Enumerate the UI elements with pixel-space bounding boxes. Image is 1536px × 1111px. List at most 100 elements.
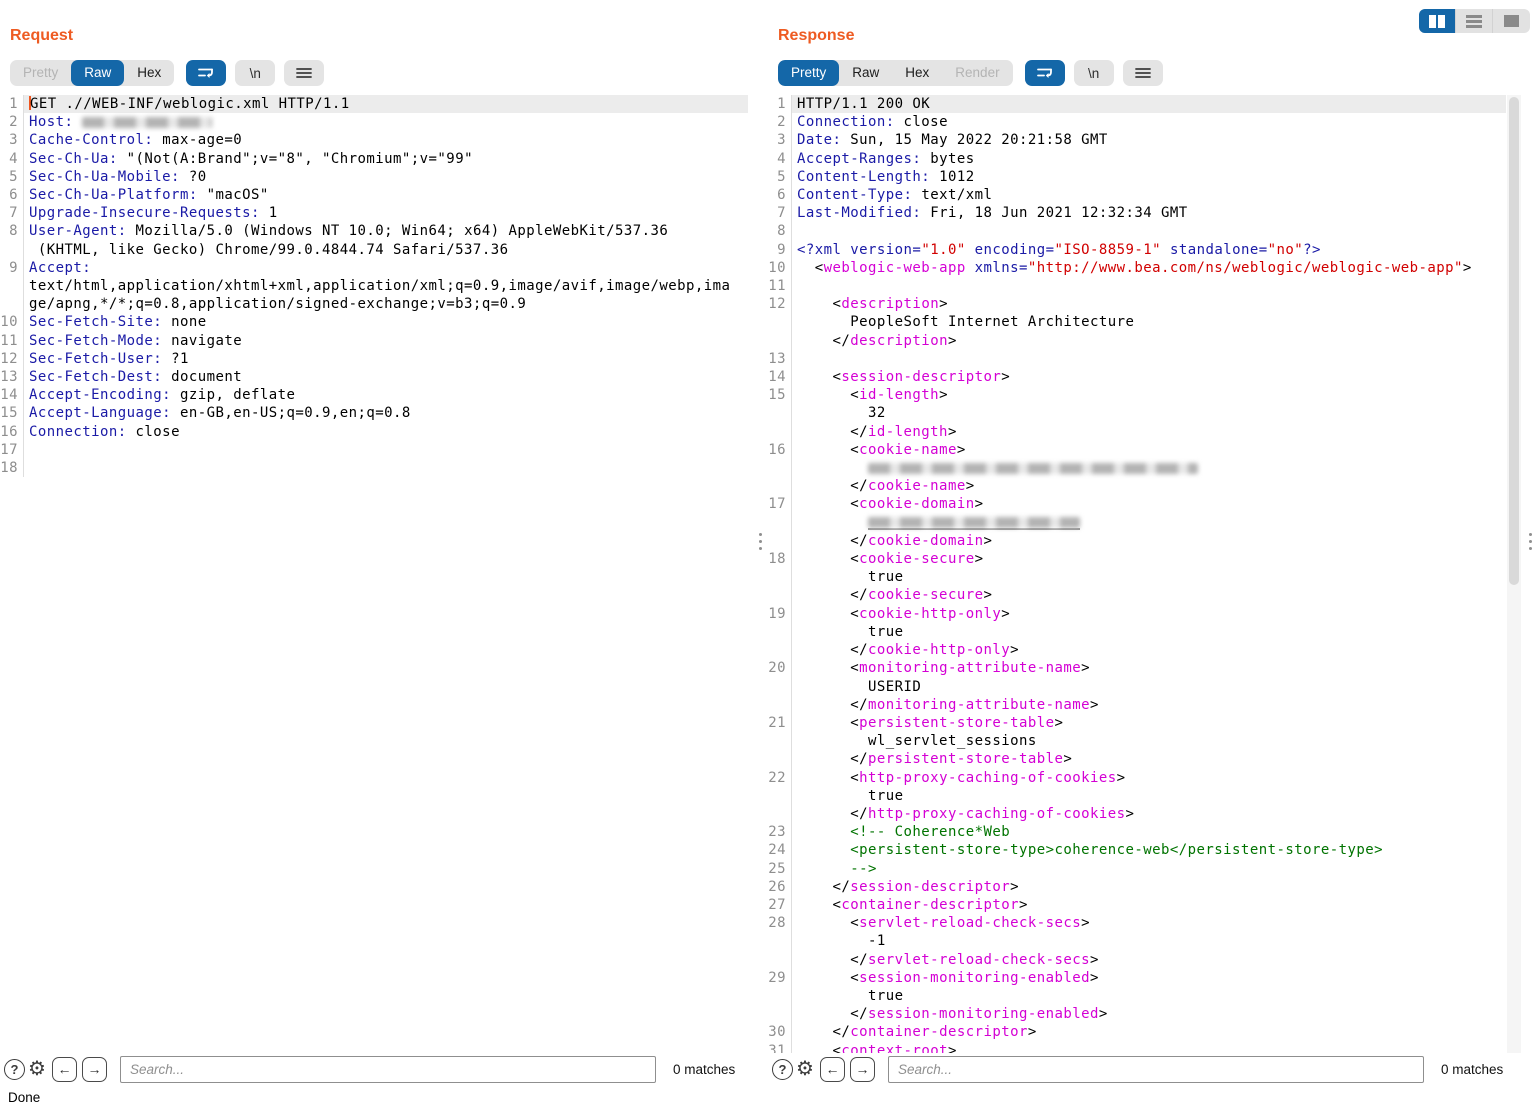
code-line[interactable]: 14Accept-Encoding: gzip, deflate [0,386,748,404]
code-line[interactable]: 17 <cookie-domain> [768,495,1506,513]
code-line[interactable]: 23 <!-- Coherence*Web [768,823,1506,841]
menu-button[interactable] [284,60,324,86]
code-line[interactable]: text/html,application/xhtml+xml,applicat… [0,277,748,295]
code-line[interactable]: (KHTML, like Gecko) Chrome/99.0.4844.74 … [0,241,748,259]
code-line[interactable]: true [768,987,1506,1005]
settings-gear-icon[interactable]: ⚙ [28,1059,46,1080]
code-line[interactable]: USERID [768,678,1506,696]
prev-match-button[interactable]: ← [820,1057,845,1082]
tab-hex[interactable]: Hex [892,60,942,86]
code-line[interactable]: </cookie-name> [768,477,1506,495]
code-line[interactable]: 11Sec-Fetch-Mode: navigate [0,332,748,350]
search-input[interactable] [888,1056,1424,1083]
code-line[interactable]: 5Sec-Ch-Ua-Mobile: ?0 [0,168,748,186]
request-editor[interactable]: 1GET .//WEB-INF/weblogic.xml HTTP/1.12Ho… [0,95,748,1053]
code-line[interactable]: </cookie-secure> [768,586,1506,604]
wrap-toggle-button[interactable] [1025,60,1065,86]
code-line[interactable]: 3Date: Sun, 15 May 2022 20:21:58 GMT [768,131,1506,149]
response-scrollbar-track[interactable] [1507,95,1521,1053]
show-newlines-button[interactable]: \n [1074,60,1114,86]
code-line[interactable]: </cookie-http-only> [768,641,1506,659]
code-line[interactable]: 26 </session-descriptor> [768,878,1506,896]
code-line[interactable]: </servlet-reload-check-secs> [768,951,1506,969]
code-line[interactable]: 1HTTP/1.1 200 OK [768,95,1506,113]
code-line[interactable]: </description> [768,332,1506,350]
code-line[interactable]: -1 [768,932,1506,950]
next-match-button[interactable]: → [850,1057,875,1082]
code-line[interactable]: 6Sec-Ch-Ua-Platform: "macOS" [0,186,748,204]
right-edge-handle[interactable] [1529,533,1532,550]
code-line[interactable]: </persistent-store-table> [768,750,1506,768]
tab-pretty[interactable]: Pretty [778,60,839,86]
code-line[interactable]: 28 <servlet-reload-check-secs> [768,914,1506,932]
help-icon[interactable]: ? [772,1059,793,1080]
code-line[interactable]: true [768,787,1506,805]
code-line[interactable]: 31 <context-root> [768,1042,1506,1053]
tab-raw[interactable]: Raw [71,60,124,86]
code-line[interactable]: PeopleSoft Internet Architecture [768,313,1506,331]
code-line[interactable]: </cookie-domain> [768,532,1506,550]
code-line[interactable]: 8 [768,222,1506,240]
code-line[interactable]: </http-proxy-caching-of-cookies> [768,805,1506,823]
code-line[interactable]: 6Content-Type: text/xml [768,186,1506,204]
code-line[interactable]: </session-monitoring-enabled> [768,1005,1506,1023]
code-line[interactable]: 2Host: [0,113,748,131]
code-line[interactable]: </id-length> [768,423,1506,441]
wrap-toggle-button[interactable] [186,60,226,86]
code-line[interactable]: 19 <cookie-http-only> [768,605,1506,623]
code-line[interactable]: 16 <cookie-name> [768,441,1506,459]
code-line[interactable]: 9<?xml version="1.0" encoding="ISO-8859-… [768,241,1506,259]
tab-hex[interactable]: Hex [124,60,174,86]
code-line[interactable]: </monitoring-attribute-name> [768,696,1506,714]
code-line[interactable]: 4Sec-Ch-Ua: "(Not(A:Brand";v="8", "Chrom… [0,150,748,168]
code-line[interactable]: 7Last-Modified: Fri, 18 Jun 2021 12:32:3… [768,204,1506,222]
code-line[interactable]: 4Accept-Ranges: bytes [768,150,1506,168]
code-line[interactable]: 1GET .//WEB-INF/weblogic.xml HTTP/1.1 [0,95,748,113]
code-line[interactable] [768,514,1506,532]
code-line[interactable]: 10 <weblogic-web-app xmlns="http://www.b… [768,259,1506,277]
code-line[interactable]: 13Sec-Fetch-Dest: document [0,368,748,386]
tab-render[interactable]: Render [942,60,1012,86]
prev-match-button[interactable]: ← [52,1057,77,1082]
code-line[interactable]: 18 [0,459,748,477]
response-editor[interactable]: 1HTTP/1.1 200 OK2Connection: close3Date:… [768,95,1506,1053]
code-line[interactable]: 12Sec-Fetch-User: ?1 [0,350,748,368]
code-line[interactable]: 16Connection: close [0,423,748,441]
code-line[interactable]: 15Accept-Language: en-GB,en-US;q=0.9,en;… [0,404,748,422]
code-line[interactable]: 2Connection: close [768,113,1506,131]
code-line[interactable]: 9Accept: [0,259,748,277]
code-line[interactable]: 24 <persistent-store-type>coherence-web<… [768,841,1506,859]
code-line[interactable]: 22 <http-proxy-caching-of-cookies> [768,769,1506,787]
code-line[interactable]: 29 <session-monitoring-enabled> [768,969,1506,987]
code-line[interactable]: 14 <session-descriptor> [768,368,1506,386]
tab-pretty[interactable]: Pretty [10,60,71,86]
next-match-button[interactable]: → [82,1057,107,1082]
code-line[interactable]: 10Sec-Fetch-Site: none [0,313,748,331]
code-line[interactable]: 21 <persistent-store-table> [768,714,1506,732]
code-line[interactable]: 18 <cookie-secure> [768,550,1506,568]
code-line[interactable]: 12 <description> [768,295,1506,313]
code-line[interactable] [768,459,1506,477]
code-line[interactable]: 20 <monitoring-attribute-name> [768,659,1506,677]
code-line[interactable]: 13 [768,350,1506,368]
code-line[interactable]: wl_servlet_sessions [768,732,1506,750]
code-line[interactable]: 17 [0,441,748,459]
code-line[interactable]: ge/apng,*/*;q=0.8,application/signed-exc… [0,295,748,313]
search-input[interactable] [120,1056,656,1083]
menu-button[interactable] [1123,60,1163,86]
code-line[interactable]: 27 <container-descriptor> [768,896,1506,914]
code-line[interactable]: 5Content-Length: 1012 [768,168,1506,186]
code-line[interactable]: 32 [768,404,1506,422]
code-line[interactable]: 25 --> [768,860,1506,878]
settings-gear-icon[interactable]: ⚙ [796,1059,814,1080]
show-newlines-button[interactable]: \n [235,60,275,86]
code-line[interactable]: true [768,623,1506,641]
code-line[interactable]: 15 <id-length> [768,386,1506,404]
code-line[interactable]: 7Upgrade-Insecure-Requests: 1 [0,204,748,222]
code-line[interactable]: 3Cache-Control: max-age=0 [0,131,748,149]
panel-divider-handle[interactable] [759,533,762,550]
code-line[interactable]: 30 </container-descriptor> [768,1023,1506,1041]
code-line[interactable]: 11 [768,277,1506,295]
tab-raw[interactable]: Raw [839,60,892,86]
response-scrollbar-thumb[interactable] [1509,97,1519,585]
